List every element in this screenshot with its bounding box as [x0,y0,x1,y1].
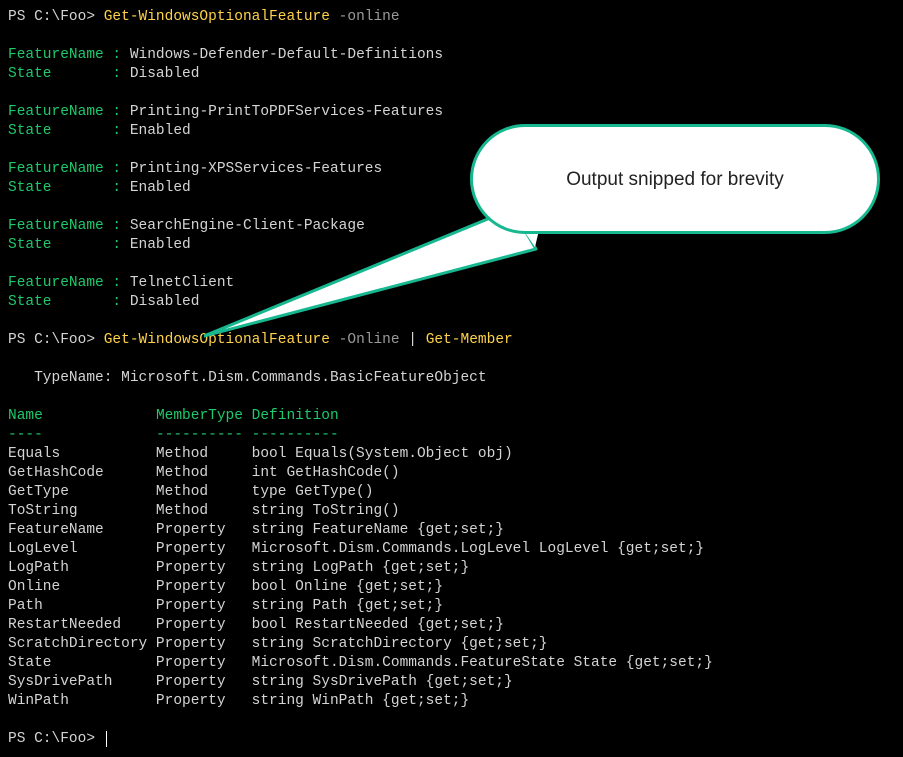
header-underline-def: ---------- [252,427,339,443]
blank-line [8,388,895,407]
member-row: LogLevel Property Microsoft.Dism.Command… [8,540,895,559]
typename-label: TypeName: [8,370,121,386]
feature-name-line: FeatureName : SearchEngine-Client-Packag… [8,217,895,236]
cmd1-name: Get-WindowsOptionalFeature [104,9,330,25]
typename-line: TypeName: Microsoft.Dism.Commands.BasicF… [8,369,895,388]
cmd2-param: -Online [330,332,400,348]
member-row: ToString Method string ToString() [8,502,895,521]
header-underline-name: ---- [8,427,156,443]
prompt-line-3[interactable]: PS C:\Foo> [8,730,895,749]
pipe: | [400,332,426,348]
prompt-line-1: PS C:\Foo> Get-WindowsOptionalFeature -o… [8,8,895,27]
blank-line [8,350,895,369]
member-header: Name MemberType Definition [8,407,895,426]
feature-state-line: State : Enabled [8,236,895,255]
member-row: LogPath Property string LogPath {get;set… [8,559,895,578]
header-name: Name [8,408,156,424]
cmd2-name2: Get-Member [426,332,513,348]
cmd2-name: Get-WindowsOptionalFeature [104,332,330,348]
blank-line [8,27,895,46]
member-row: WinPath Property string WinPath {get;set… [8,692,895,711]
feature-state-line: State : Enabled [8,179,895,198]
member-row: ScratchDirectory Property string Scratch… [8,635,895,654]
blank-line [8,711,895,730]
blank-line [8,312,895,331]
blank-line [8,141,895,160]
member-row: RestartNeeded Property bool RestartNeede… [8,616,895,635]
blank-line [8,255,895,274]
header-definition: Definition [252,408,339,424]
cmd1-param: -online [330,9,400,25]
feature-name-line: FeatureName : Windows-Defender-Default-D… [8,46,895,65]
members-output: Equals Method bool Equals(System.Object … [8,445,895,711]
member-row: SysDrivePath Property string SysDrivePat… [8,673,895,692]
member-row: Equals Method bool Equals(System.Object … [8,445,895,464]
member-row: State Property Microsoft.Dism.Commands.F… [8,654,895,673]
header-underline-type: ---------- [156,427,252,443]
feature-state-line: State : Enabled [8,122,895,141]
member-row: Path Property string Path {get;set;} [8,597,895,616]
member-header-underline: ---- ---------- ---------- [8,426,895,445]
blank-line [8,198,895,217]
member-row: Online Property bool Online {get;set;} [8,578,895,597]
member-row: GetType Method type GetType() [8,483,895,502]
header-membertype: MemberType [156,408,252,424]
feature-state-line: State : Disabled [8,65,895,84]
prompt-line-2: PS C:\Foo> Get-WindowsOptionalFeature -O… [8,331,895,350]
member-row: GetHashCode Method int GetHashCode() [8,464,895,483]
blank-line [8,84,895,103]
prompt-3: PS C:\Foo> [8,731,104,747]
prompt-1: PS C:\Foo> [8,9,104,25]
member-row: FeatureName Property string FeatureName … [8,521,895,540]
prompt-2: PS C:\Foo> [8,332,104,348]
typename-value: Microsoft.Dism.Commands.BasicFeatureObje… [121,370,486,386]
features-output: FeatureName : Windows-Defender-Default-D… [8,46,895,331]
cursor [106,731,107,747]
feature-name-line: FeatureName : Printing-PrintToPDFService… [8,103,895,122]
feature-name-line: FeatureName : TelnetClient [8,274,895,293]
feature-state-line: State : Disabled [8,293,895,312]
feature-name-line: FeatureName : Printing-XPSServices-Featu… [8,160,895,179]
